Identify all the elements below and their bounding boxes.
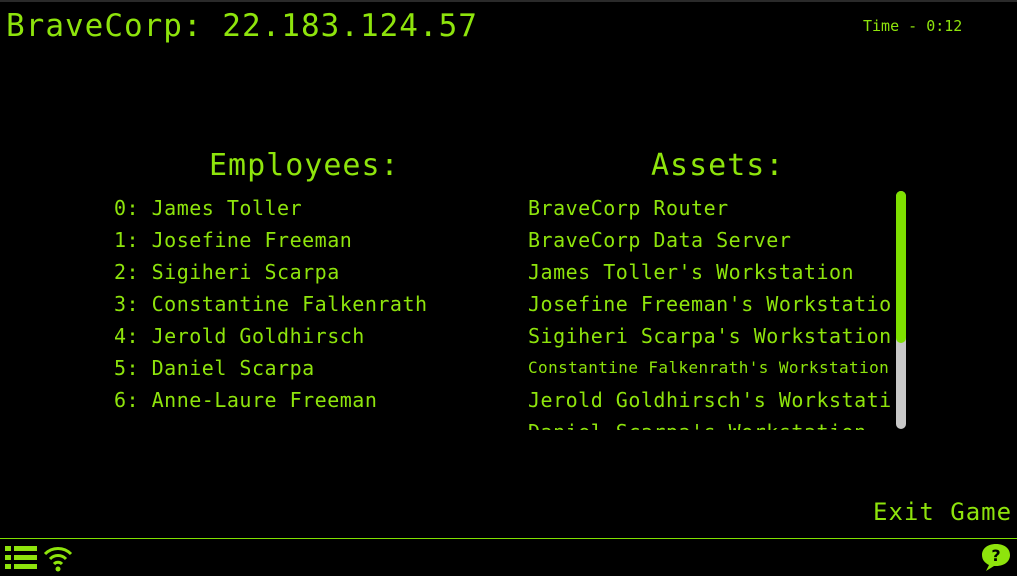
asset-scrollbar-thumb[interactable] bbox=[896, 191, 906, 343]
employee-item[interactable]: 6: Anne-Laure Freeman bbox=[114, 384, 428, 416]
employee-item[interactable]: 4: Jerold Goldhirsch bbox=[114, 320, 428, 352]
employee-item[interactable]: 2: Sigiheri Scarpa bbox=[114, 256, 428, 288]
top-border bbox=[0, 0, 1017, 2]
help-icon[interactable]: ? bbox=[980, 542, 1012, 572]
employees-heading: Employees: bbox=[209, 148, 400, 183]
asset-scrollbar[interactable] bbox=[896, 191, 906, 429]
asset-item[interactable]: Sigiheri Scarpa's Workstation bbox=[528, 320, 892, 352]
asset-item[interactable]: BraveCorp Router bbox=[528, 192, 892, 224]
asset-item[interactable]: Constantine Falkenrath's Workstation bbox=[528, 352, 892, 384]
employee-item[interactable]: 3: Constantine Falkenrath bbox=[114, 288, 428, 320]
asset-item[interactable]: Daniel Scarpa's Workstation bbox=[528, 416, 892, 430]
wifi-icon[interactable] bbox=[43, 543, 73, 573]
taskbar: ? bbox=[0, 538, 1017, 576]
company-ip-title: BraveCorp: 22.183.124.57 bbox=[6, 8, 478, 44]
asset-item[interactable]: James Toller's Workstation bbox=[528, 256, 892, 288]
asset-item[interactable]: Josefine Freeman's Workstation bbox=[528, 288, 892, 320]
svg-text:?: ? bbox=[991, 546, 1000, 565]
game-timer: Time - 0:12 bbox=[863, 17, 963, 35]
exit-game-button[interactable]: Exit Game bbox=[873, 498, 1012, 526]
asset-item[interactable]: BraveCorp Data Server bbox=[528, 224, 892, 256]
employee-item[interactable]: 0: James Toller bbox=[114, 192, 428, 224]
employee-list: 0: James Toller 1: Josefine Freeman 2: S… bbox=[114, 192, 428, 416]
asset-list-viewport[interactable]: BraveCorp Router BraveCorp Data Server J… bbox=[528, 192, 892, 430]
assets-heading: Assets: bbox=[651, 148, 785, 183]
employee-item[interactable]: 1: Josefine Freeman bbox=[114, 224, 428, 256]
asset-list: BraveCorp Router BraveCorp Data Server J… bbox=[528, 192, 892, 430]
employee-item[interactable]: 5: Daniel Scarpa bbox=[114, 352, 428, 384]
asset-item[interactable]: Jerold Goldhirsch's Workstation bbox=[528, 384, 892, 416]
menu-icon[interactable] bbox=[5, 544, 37, 572]
